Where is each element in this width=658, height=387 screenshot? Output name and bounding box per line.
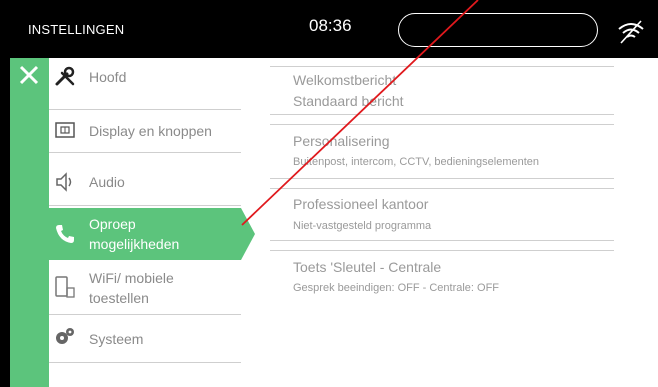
clock: 08:36 [309,16,352,35]
nav-item-hoofd[interactable]: Hoofd [49,58,241,110]
close-icon[interactable] [18,64,40,86]
top-bar: INSTELLINGEN 08:36 [0,0,658,58]
nav-label-oproep-2: mogelijkheden [89,236,180,252]
nav-label-hoofd: Hoofd [89,69,127,85]
section-professioneel-kantoor[interactable]: Professioneel kantoor Niet-vastgesteld p… [270,188,614,240]
nav-label-systeem: Systeem [89,331,144,347]
nav-item-audio[interactable]: Audio [49,154,241,206]
section-subtitle: Gesprek beeindigen: OFF - Centrale: OFF [293,282,500,294]
nav-label-display: Display en knoppen [89,123,212,139]
wifi-settings-icon[interactable] [615,17,647,45]
section-title: Toets 'Sleutel - Centrale [293,259,442,275]
wrench-screwdriver-icon [55,66,75,86]
page-title: INSTELLINGEN [28,22,125,37]
section-title: Personalisering [293,133,390,149]
mobile-device-icon [55,276,75,298]
close-sidebar[interactable] [10,58,49,387]
nav-label-audio: Audio [89,174,125,190]
section-toets-sleutel[interactable]: Toets 'Sleutel - Centrale Gesprek beeind… [270,250,614,304]
section-subtitle: Niet-vastgesteld programma [293,220,432,232]
nav-item-oproep[interactable]: Oproep mogelijkheden [49,208,241,260]
section-subtitle: Standaard bericht [293,93,404,109]
divider [270,114,614,115]
gears-icon [56,328,74,344]
display-buttons-icon [55,122,75,138]
section-subtitle: Buitenpost, intercom, CCTV, bedieningsel… [293,156,540,168]
divider [270,178,614,179]
divider [270,240,614,241]
status-pill[interactable] [398,13,598,47]
nav-item-systeem[interactable]: Systeem [49,315,241,363]
section-title: Professioneel kantoor [293,196,429,212]
nav-item-wifi-mobile[interactable]: WiFi/ mobiele toestellen [49,263,241,315]
nav-label-wifi-1: WiFi/ mobiele [89,270,174,286]
section-title: Welkomstbericht [293,72,397,88]
nav-label-wifi-2: toestellen [89,290,149,306]
speaker-icon [56,172,72,192]
active-item-pointer [241,208,255,260]
nav-item-display[interactable]: Display en knoppen [49,108,241,153]
phone-icon [56,225,74,243]
section-personalisering[interactable]: Personalisering Buitenpost, intercom, CC… [270,124,614,178]
nav-label-oproep-1: Oproep [89,216,136,232]
